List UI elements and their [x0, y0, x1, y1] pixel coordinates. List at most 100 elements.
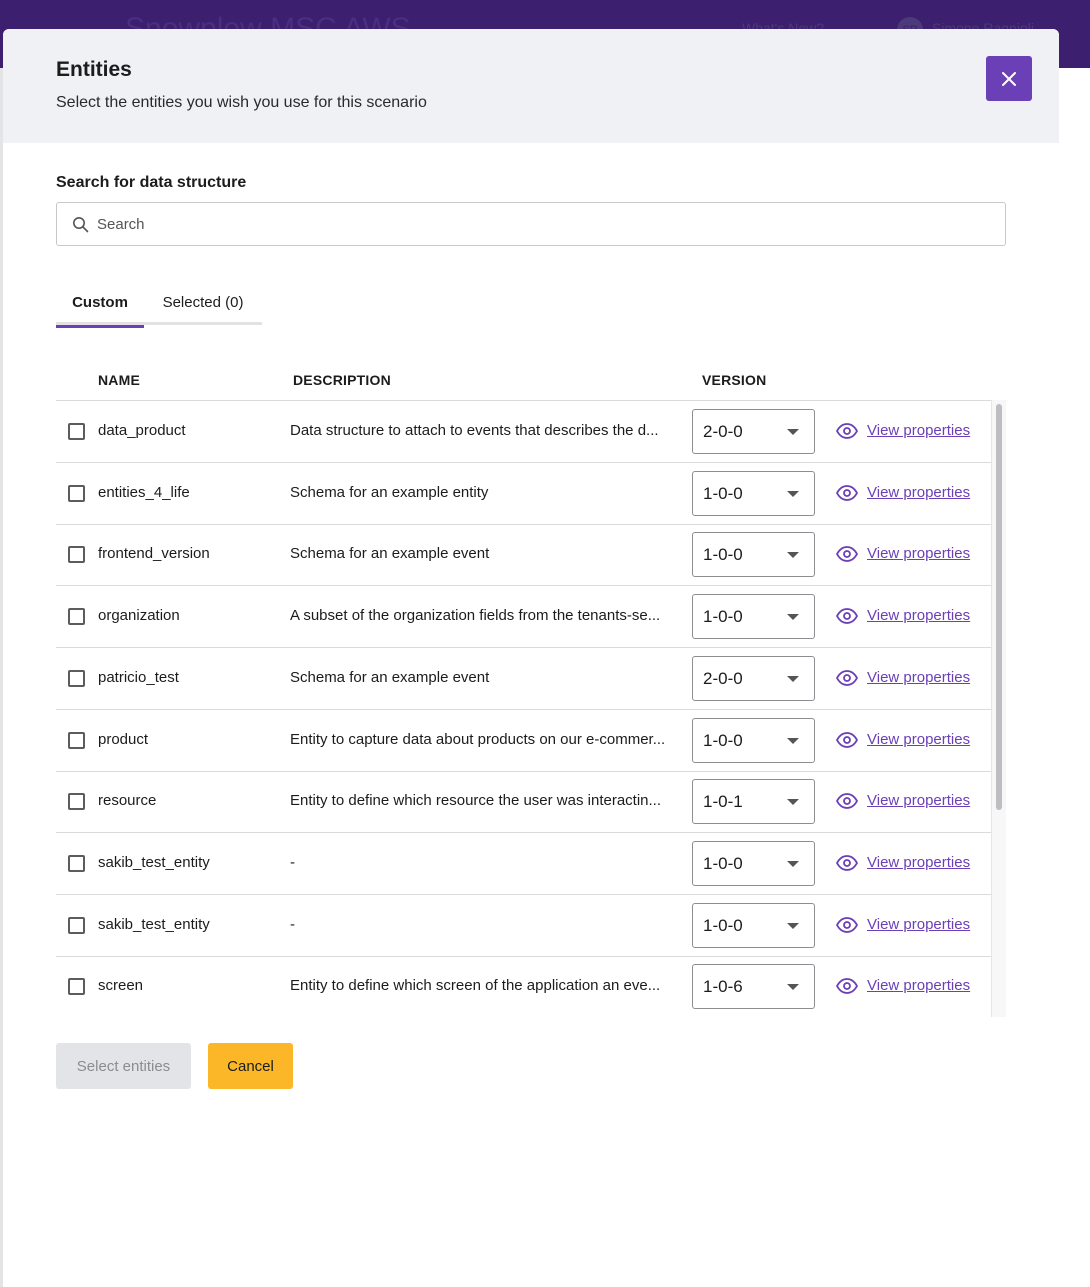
entity-description: Entity to define which screen of the app…	[290, 977, 661, 994]
table-row: organization A subset of the organization…	[56, 586, 991, 648]
version-value: 2-0-0	[703, 669, 743, 688]
version-select[interactable]: 2-0-0	[692, 656, 815, 701]
chevron-down-icon	[787, 861, 799, 867]
version-value: 1-0-1	[703, 792, 743, 811]
version-select[interactable]: 1-0-0	[692, 471, 815, 516]
cancel-button[interactable]: Cancel	[208, 1043, 293, 1089]
version-select[interactable]: 1-0-0	[692, 841, 815, 886]
version-value: 1-0-0	[703, 854, 743, 873]
entity-description: -	[290, 854, 295, 871]
row-checkbox[interactable]	[68, 485, 85, 502]
close-button[interactable]	[986, 56, 1032, 101]
entities-modal: Entities Select the entities you wish yo…	[3, 29, 1059, 1287]
chevron-down-icon	[787, 738, 799, 744]
chevron-down-icon	[787, 676, 799, 682]
row-checkbox[interactable]	[68, 978, 85, 995]
version-select[interactable]: 1-0-1	[692, 779, 815, 824]
table-row: entities_4_life Schema for an example ent…	[56, 463, 991, 525]
search-icon	[73, 217, 89, 233]
chevron-down-icon	[787, 923, 799, 929]
eye-icon[interactable]	[836, 855, 858, 871]
entity-name: product	[98, 731, 149, 748]
entity-name: patricio_test	[98, 669, 179, 686]
chevron-down-icon	[787, 491, 799, 497]
view-properties-link[interactable]: View properties	[867, 484, 970, 501]
row-checkbox[interactable]	[68, 423, 85, 440]
chevron-down-icon	[787, 429, 799, 435]
view-properties-link[interactable]: View properties	[867, 731, 970, 748]
modal-header: Entities Select the entities you wish yo…	[3, 29, 1059, 143]
version-value: 1-0-6	[703, 977, 743, 996]
eye-icon[interactable]	[836, 793, 858, 809]
column-header-description: DESCRIPTION	[293, 372, 391, 388]
row-checkbox[interactable]	[68, 670, 85, 687]
search-input[interactable]	[97, 204, 997, 244]
row-checkbox[interactable]	[68, 608, 85, 625]
entity-description: -	[290, 916, 295, 933]
tab-custom[interactable]: Custom	[56, 279, 144, 328]
row-checkbox[interactable]	[68, 732, 85, 749]
table-row: sakib_test_entity - 1-0-0 View properties	[56, 895, 991, 957]
entity-description: Schema for an example entity	[290, 484, 489, 501]
version-select[interactable]: 2-0-0	[692, 409, 815, 454]
version-select[interactable]: 1-0-0	[692, 594, 815, 639]
entity-description: Schema for an example event	[290, 545, 490, 562]
modal-title: Entities	[56, 58, 132, 81]
eye-icon[interactable]	[836, 732, 858, 748]
entity-name: resource	[98, 792, 157, 809]
view-properties-link[interactable]: View properties	[867, 916, 970, 933]
eye-icon[interactable]	[836, 546, 858, 562]
view-properties-link[interactable]: View properties	[867, 669, 970, 686]
eye-icon[interactable]	[836, 978, 858, 994]
row-checkbox[interactable]	[68, 793, 85, 810]
chevron-down-icon	[787, 984, 799, 990]
search-label: Search for data structure	[56, 174, 247, 191]
close-icon	[1002, 71, 1016, 86]
entity-name: sakib_test_entity	[98, 916, 210, 933]
table-row: data_product Data structure to attach to …	[56, 401, 991, 463]
view-properties-link[interactable]: View properties	[867, 854, 970, 871]
view-properties-link[interactable]: View properties	[867, 792, 970, 809]
table-row: resource Entity to define which resource …	[56, 771, 991, 833]
entity-name: entities_4_life	[98, 484, 190, 501]
view-properties-link[interactable]: View properties	[867, 607, 970, 624]
entity-name: sakib_test_entity	[98, 854, 210, 871]
row-checkbox[interactable]	[68, 855, 85, 872]
version-value: 1-0-0	[703, 545, 743, 564]
row-checkbox[interactable]	[68, 917, 85, 934]
chevron-down-icon	[787, 799, 799, 805]
entity-description: Entity to capture data about products on…	[290, 731, 666, 748]
version-select[interactable]: 1-0-0	[692, 718, 815, 763]
view-properties-link[interactable]: View properties	[867, 545, 970, 562]
eye-icon[interactable]	[836, 917, 858, 933]
version-value: 1-0-0	[703, 484, 743, 503]
entity-name: organization	[98, 607, 180, 624]
entity-name: screen	[98, 977, 144, 994]
chevron-down-icon	[787, 552, 799, 558]
table-row: screen Entity to define which screen of t…	[56, 956, 991, 1017]
row-checkbox[interactable]	[68, 546, 85, 563]
select-entities-button[interactable]: Select entities	[56, 1043, 191, 1089]
tab-bar: Custom Selected (0)	[56, 279, 262, 328]
search-box[interactable]	[56, 202, 1006, 246]
version-value: 1-0-0	[703, 916, 743, 935]
entity-description: Schema for an example event	[290, 669, 490, 686]
entity-description: A subset of the organization fields from…	[290, 607, 661, 624]
eye-icon[interactable]	[836, 608, 858, 624]
eye-icon[interactable]	[836, 423, 858, 439]
entities-table: data_product Data structure to attach to …	[56, 400, 1006, 1017]
eye-icon[interactable]	[836, 485, 858, 501]
version-select[interactable]: 1-0-6	[692, 964, 815, 1009]
column-header-name: NAME	[98, 372, 141, 388]
chevron-down-icon	[787, 614, 799, 620]
version-select[interactable]: 1-0-0	[692, 532, 815, 577]
scrollbar[interactable]	[991, 400, 1006, 1017]
version-value: 2-0-0	[703, 422, 743, 441]
tab-selected[interactable]: Selected (0)	[144, 279, 262, 325]
eye-icon[interactable]	[836, 670, 858, 686]
modal-subtitle: Select the entities you wish you use for…	[56, 94, 427, 111]
version-select[interactable]: 1-0-0	[692, 903, 815, 948]
view-properties-link[interactable]: View properties	[867, 977, 970, 994]
view-properties-link[interactable]: View properties	[867, 422, 970, 439]
scrollbar-thumb[interactable]	[996, 404, 1002, 810]
